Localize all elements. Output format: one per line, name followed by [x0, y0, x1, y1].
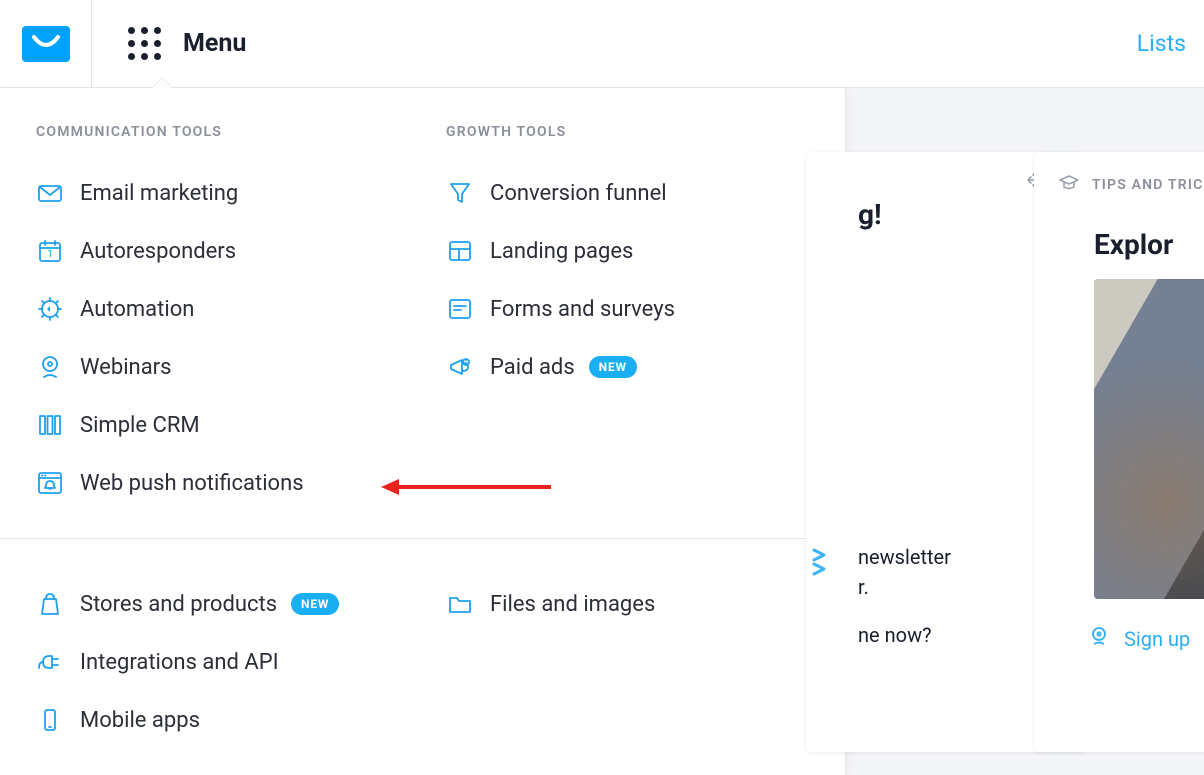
menu-item-integrations-api[interactable]: Integrations and API [36, 633, 410, 691]
new-badge: NEW [589, 356, 637, 378]
menu-item-label: Simple CRM [80, 413, 200, 438]
column-title: COMMUNICATION TOOLS [36, 124, 410, 140]
menu-item-conversion-funnel[interactable]: Conversion funnel [446, 164, 820, 222]
webcam-icon [36, 353, 80, 381]
growth-tools-column: GROWTH TOOLS Conversion funnel Landing p… [410, 124, 820, 512]
menu-item-automation[interactable]: Automation [36, 280, 410, 338]
funnel-icon [446, 179, 490, 207]
mega-menu: COMMUNICATION TOOLS Email marketing 1 Au… [0, 88, 846, 775]
communication-tools-column: COMMUNICATION TOOLS Email marketing 1 Au… [0, 124, 410, 512]
decorative-chevron-icon [811, 547, 835, 581]
new-badge: NEW [291, 593, 339, 615]
bell-browser-icon [36, 469, 80, 497]
lists-link[interactable]: Lists [1137, 30, 1204, 57]
menu-item-autoresponders[interactable]: 1 Autoresponders [36, 222, 410, 280]
card-text: newsletter [858, 542, 1058, 572]
logo[interactable] [0, 0, 92, 88]
menu-item-label: Landing pages [490, 239, 633, 264]
menu-item-paid-ads[interactable]: $ Paid ads NEW [446, 338, 820, 396]
menu-item-label: Automation [80, 297, 194, 322]
menu-trigger[interactable]: Menu [92, 0, 276, 87]
form-icon [446, 295, 490, 323]
menu-item-label: Webinars [80, 355, 171, 380]
menu-item-stores-products[interactable]: Stores and products NEW [36, 575, 410, 633]
menu-item-label: Conversion funnel [490, 181, 667, 206]
card-text: r. [858, 572, 1058, 602]
column-title: GROWTH TOOLS [446, 124, 820, 140]
signup-label: Sign up [1124, 627, 1190, 651]
card-section-label: TIPS AND TRIC [1092, 177, 1203, 193]
svg-text:$: $ [465, 359, 468, 366]
menu-item-webinars[interactable]: Webinars [36, 338, 410, 396]
menu-item-label: Email marketing [80, 181, 238, 206]
menu-item-label: Stores and products [80, 592, 277, 617]
menu-item-web-push[interactable]: Web push notifications [36, 454, 410, 512]
menu-item-files-images[interactable]: Files and images [446, 575, 820, 633]
webcam-icon [1088, 625, 1110, 652]
menu-item-label: Forms and surveys [490, 297, 675, 322]
signup-link[interactable]: Sign up [1088, 625, 1204, 652]
menu-item-mobile-apps[interactable]: Mobile apps [36, 691, 410, 749]
calendar-icon: 1 [36, 237, 80, 265]
svg-text:1: 1 [47, 249, 53, 260]
tips-card: TIPS AND TRIC Explor Wa Sign up [1034, 152, 1204, 752]
smile-logo-icon [31, 33, 61, 55]
menu-item-landing-pages[interactable]: Landing pages [446, 222, 820, 280]
graduation-cap-icon [1058, 172, 1080, 198]
gear-icon [36, 295, 80, 323]
menu-item-label: Integrations and API [80, 650, 279, 675]
folder-icon [446, 590, 490, 618]
menu-item-label: Paid ads [490, 355, 575, 380]
card-text: ne now? [858, 620, 1058, 650]
menu-item-simple-crm[interactable]: Simple CRM [36, 396, 410, 454]
menu-item-label: Web push notifications [80, 471, 304, 496]
menu-item-label: Files and images [490, 592, 655, 617]
card-heading: Explor [1094, 228, 1204, 261]
columns-icon [36, 411, 80, 439]
envelope-icon [36, 179, 80, 207]
plug-icon [36, 648, 80, 676]
card-heading: g! [858, 198, 1062, 231]
shopping-bag-icon [36, 590, 80, 618]
background-content: g! newsletter r. ne now? TIPS AND TRIC E… [846, 88, 1204, 770]
topbar: Menu Lists [0, 0, 1204, 88]
mobile-icon [36, 706, 80, 734]
layout-icon [446, 237, 490, 265]
bottom-right-column: Files and images [410, 575, 820, 749]
menu-item-forms-surveys[interactable]: Forms and surveys [446, 280, 820, 338]
video-thumbnail[interactable]: Wa [1094, 279, 1204, 599]
menu-item-label: Autoresponders [80, 239, 236, 264]
bottom-left-column: Stores and products NEW Integrations and… [0, 575, 410, 749]
menu-label: Menu [183, 29, 246, 58]
caret-down-icon [152, 78, 172, 88]
menu-item-email-marketing[interactable]: Email marketing [36, 164, 410, 222]
menu-item-label: Mobile apps [80, 708, 200, 733]
grid-icon [128, 27, 161, 60]
megaphone-icon: $ [446, 353, 490, 381]
